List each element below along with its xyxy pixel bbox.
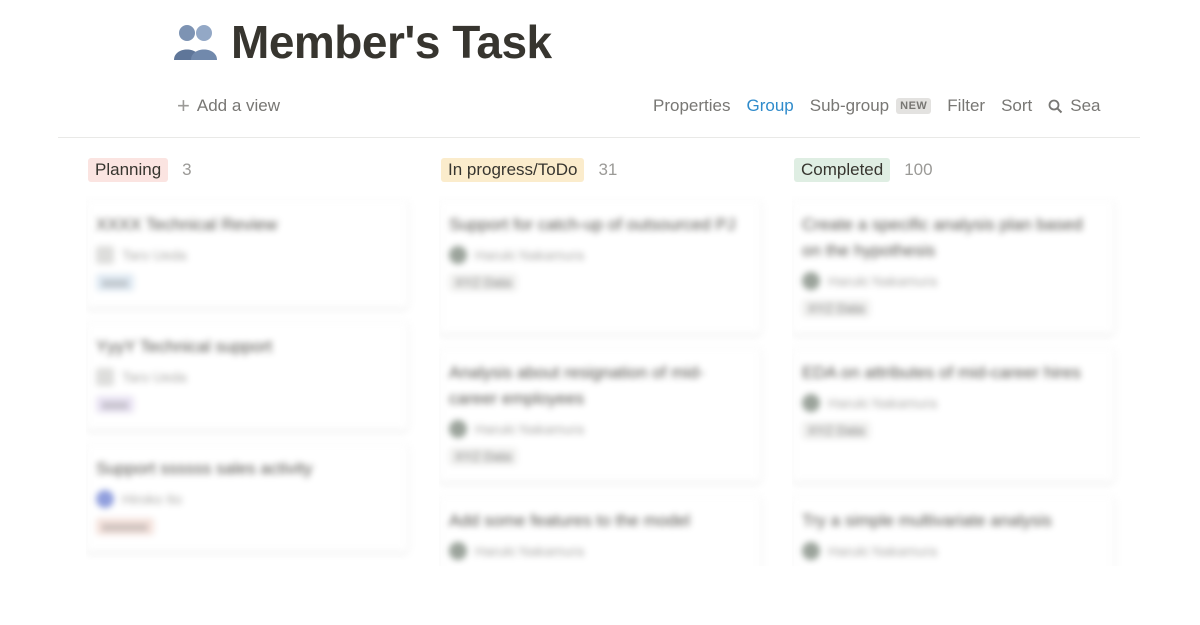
column-count: 31 [598, 160, 618, 179]
card-title: Create a specific analysis plan based on… [802, 215, 1083, 260]
board-column-planning: XXXX Technical Review Taro Ueda xxxx Yyy… [86, 196, 416, 566]
add-view-button[interactable]: + Add a view [177, 93, 281, 118]
avatar [449, 420, 467, 438]
card-person: Haruki Nakamura [802, 394, 1104, 412]
avatar [449, 542, 467, 560]
task-card[interactable]: Support ssssss sales activity Hiroko Ito… [86, 444, 408, 552]
avatar [802, 394, 820, 412]
page-title[interactable]: Member's Task [231, 14, 552, 70]
card-person: Haruki Nakamura [802, 542, 1104, 560]
card-tag: xxxx [96, 274, 134, 291]
task-card[interactable]: Support for catch-up of outsourced PJ Ha… [439, 200, 761, 334]
subgroup-button[interactable]: Sub-group NEW [810, 96, 932, 116]
search-icon [1048, 99, 1063, 113]
card-title: Add some features to the model [449, 511, 690, 530]
group-button[interactable]: Group [746, 96, 793, 116]
card-person: Haruki Nakamura [449, 542, 751, 560]
sort-button[interactable]: Sort [1001, 96, 1032, 116]
task-card[interactable]: Try a simple multivariate analysis Haruk… [792, 496, 1114, 566]
view-toolbar: + Add a view Properties Group Sub-group … [0, 92, 1200, 126]
avatar [96, 490, 114, 508]
card-title: EDA on attributes of mid-career hires [802, 363, 1081, 382]
person-name: Taro Ueda [122, 369, 187, 385]
board-page: Member's Task + Add a view Properties Gr… [0, 0, 1200, 625]
column-header-in-progress[interactable]: In progress/ToDo 31 [441, 158, 617, 182]
subgroup-label: Sub-group [809, 96, 890, 115]
view-options: Properties Group Sub-group NEW Filter So… [653, 96, 1101, 116]
toolbar-overflow-mask [1140, 90, 1200, 130]
card-person: Haruki Nakamura [449, 246, 751, 264]
card-tag: xxxxxxx [96, 518, 154, 535]
card-title: Analysis about resignation of mid-career… [449, 363, 705, 408]
card-tag: xxxx [96, 396, 134, 413]
card-person: Hiroko Ito [96, 490, 398, 508]
column-header-completed[interactable]: Completed 100 [794, 158, 933, 182]
card-title: Support for catch-up of outsourced PJ [449, 215, 736, 234]
card-person: Haruki Nakamura [802, 272, 1104, 290]
person-name: Haruki Nakamura [475, 421, 584, 437]
card-title: YyyY Technical support [96, 337, 273, 356]
person-name: Taro Ueda [122, 247, 187, 263]
card-title: Try a simple multivariate analysis [802, 511, 1052, 530]
person-name: Haruki Nakamura [828, 395, 937, 411]
task-card[interactable]: Add some features to the model Haruki Na… [439, 496, 761, 566]
person-name: Haruki Nakamura [828, 543, 937, 559]
status-tag: Completed [794, 158, 891, 182]
card-person: Taro Ueda [96, 368, 398, 386]
card-tag: XYZ Data [449, 448, 518, 465]
two-people-icon[interactable] [173, 19, 219, 65]
search-button[interactable]: Sea [1048, 96, 1101, 116]
status-tag: Planning [88, 158, 169, 182]
board-column-in-progress: Support for catch-up of outsourced PJ Ha… [439, 196, 769, 566]
avatar [449, 246, 467, 264]
person-name: Hiroko Ito [122, 491, 182, 507]
avatar [802, 272, 820, 290]
person-name: Haruki Nakamura [828, 273, 937, 289]
person-name: Haruki Nakamura [475, 543, 584, 559]
filter-button[interactable]: Filter [947, 96, 985, 116]
card-title: XXXX Technical Review [96, 215, 278, 234]
add-view-label: Add a view [196, 96, 281, 115]
task-card[interactable]: XXXX Technical Review Taro Ueda xxxx [86, 200, 408, 308]
task-card[interactable]: YyyY Technical support Taro Ueda xxxx [86, 322, 408, 430]
new-badge: NEW [896, 98, 932, 114]
avatar [802, 542, 820, 560]
column-count: 100 [904, 160, 933, 179]
task-card[interactable]: EDA on attributes of mid-career hires Ha… [792, 348, 1114, 482]
properties-button[interactable]: Properties [653, 96, 730, 116]
card-person: Haruki Nakamura [449, 420, 751, 438]
person-name: Haruki Nakamura [475, 247, 584, 263]
card-tag: XYZ Data [802, 300, 871, 317]
page-header: Member's Task [173, 14, 552, 70]
card-tag: XYZ Data [449, 274, 518, 291]
bottom-whitespace [0, 566, 1200, 625]
status-tag: In progress/ToDo [441, 158, 585, 182]
column-count: 3 [182, 160, 192, 179]
divider [58, 137, 1140, 138]
card-tag: XYZ Data [802, 422, 871, 439]
plus-icon: + [177, 93, 190, 118]
avatar [96, 246, 114, 264]
avatar [96, 368, 114, 386]
task-card[interactable]: Analysis about resignation of mid-career… [439, 348, 761, 482]
task-card[interactable]: Create a specific analysis plan based on… [792, 200, 1114, 334]
search-label: Sea [1070, 96, 1101, 115]
card-title: Support ssssss sales activity [96, 459, 313, 478]
board-column-completed: Create a specific analysis plan based on… [792, 196, 1122, 566]
card-person: Taro Ueda [96, 246, 398, 264]
column-header-planning[interactable]: Planning 3 [88, 158, 192, 182]
